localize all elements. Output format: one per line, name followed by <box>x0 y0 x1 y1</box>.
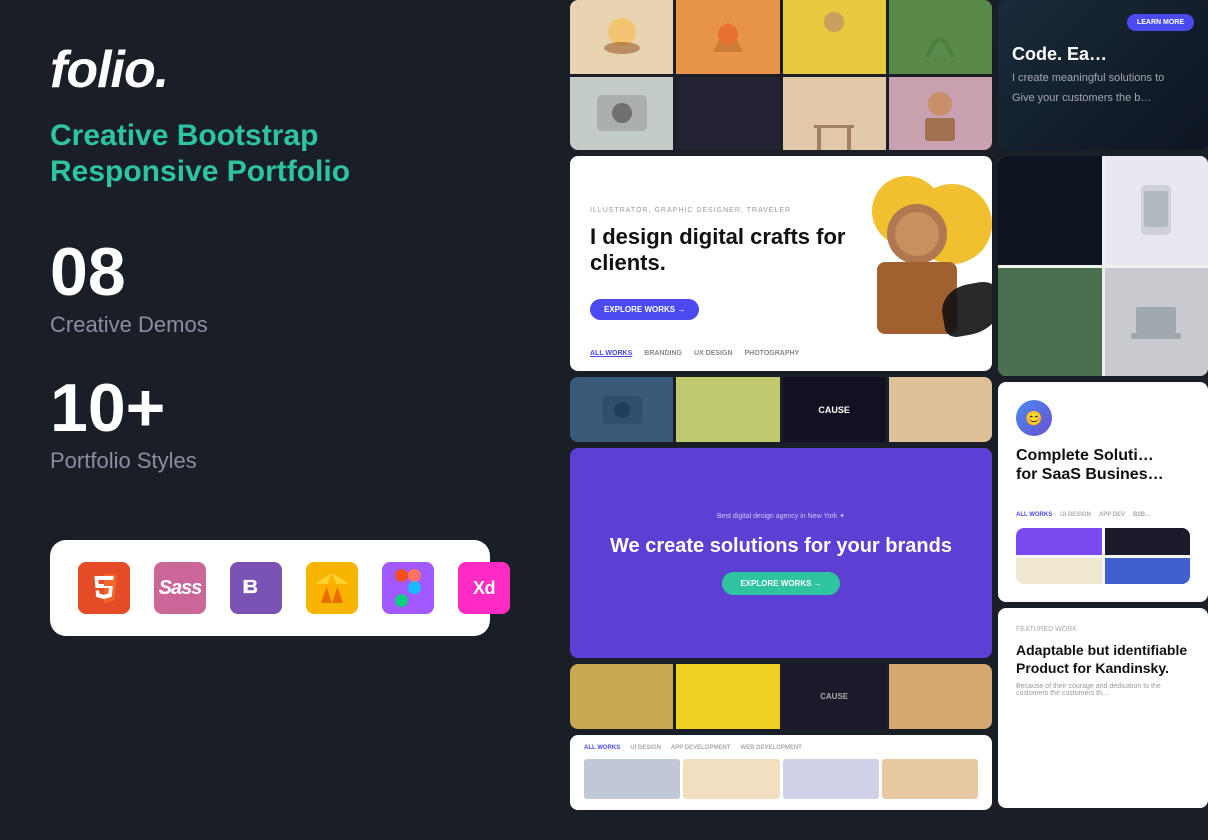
sp2-blue <box>1105 558 1191 585</box>
bootstrap-icon <box>230 562 282 614</box>
stat-label-2: Portfolio Styles <box>50 448 520 474</box>
purple-explore-btn[interactable]: EXPLORE WORKS → <box>722 572 839 595</box>
sc3-label: FEATURED WORK <box>1016 626 1190 633</box>
photo-bottom-strip: CAUSE <box>570 664 992 729</box>
tagline-line1: Creative Bootstrap <box>50 119 318 152</box>
side-card-kandinsky: FEATURED WORK Adaptable but identifiable… <box>998 608 1208 808</box>
side-card-1-title: Code. Ea…I create meaningful solutions t… <box>1012 44 1194 106</box>
side-card-photos-1 <box>998 156 1208 376</box>
photo-grid-top <box>570 0 992 150</box>
sp-laptop <box>1105 268 1208 377</box>
portfolio-nav-row: ALL WORKS BRANDING UX DESIGN PHOTOGRAPHY <box>590 350 799 357</box>
photo-table <box>783 77 886 151</box>
purple-cta-card: Best digital design agency in New York ✦… <box>570 448 992 658</box>
bp-ui-design[interactable]: UI DESIGN <box>630 745 661 751</box>
sc3-body: Because of their courage and dedication … <box>1016 683 1190 697</box>
stat-block-1: 08 Creative Demos <box>50 238 520 338</box>
btm-tattoo <box>570 664 673 729</box>
purple-card-title: We create solutions for your brands <box>610 534 952 558</box>
sketch-icon <box>306 562 358 614</box>
photo-plants <box>889 0 992 74</box>
portfolio-title: I design digital crafts for clients. <box>590 224 862 275</box>
figma-icon <box>382 562 434 614</box>
sp2-purple <box>1016 528 1102 555</box>
btm-cause: CAUSE <box>783 664 886 729</box>
strip-dark: CAUSE <box>783 377 886 442</box>
tagline: Creative Bootstrap Responsive Portfolio <box>50 118 520 190</box>
sp-phone <box>1105 156 1208 265</box>
logo: folio. <box>50 40 520 100</box>
tagline-line2: Responsive Portfolio <box>50 155 350 188</box>
tech-icons-bar: Sass <box>50 540 490 636</box>
sc2-app-dev[interactable]: APP DEV <box>1099 512 1125 518</box>
pf-nav-photo[interactable]: PHOTOGRAPHY <box>745 350 800 357</box>
bp-web-dev[interactable]: WEB DEVELOPMENT <box>740 745 801 751</box>
bottom-partial-screenshot: ALL WORKS UI DESIGN APP DEVELOPMENT WEB … <box>570 735 992 810</box>
side-mini-photos <box>1016 528 1190 584</box>
sc2-b2b[interactable]: B2B… <box>1133 512 1151 518</box>
photo-fox <box>676 0 779 74</box>
stat-number-2: 10+ <box>50 374 520 442</box>
sc2-ui-design[interactable]: UI DESIGN <box>1060 512 1091 518</box>
stat-block-2: 10+ Portfolio Styles <box>50 374 520 474</box>
purple-card-small: Best digital design agency in New York ✦ <box>717 512 845 520</box>
sass-icon: Sass <box>154 562 206 614</box>
sp2-light <box>1016 558 1102 585</box>
sc2-avatar: 😊 <box>1016 400 1052 436</box>
photo-dark <box>676 77 779 151</box>
html5-icon <box>78 562 130 614</box>
photo-food <box>570 0 673 74</box>
btm-burger <box>889 664 992 729</box>
pf-nav-ux[interactable]: UX DESIGN <box>694 350 733 357</box>
strip-veggies <box>676 377 779 442</box>
photo-person-yellow <box>783 0 886 74</box>
sp-green <box>998 268 1102 377</box>
sc2-nav: ALL WORKS UI DESIGN APP DEV B2B… <box>1016 512 1190 518</box>
portfolio-text: Illustrator, Graphic Designer, Traveler … <box>590 207 862 320</box>
sc2-title: Complete Soluti…for SaaS Busines… <box>1016 446 1190 502</box>
portfolio-explore-btn[interactable]: EXPLORE WORKS → <box>590 299 699 320</box>
sc2-all-works[interactable]: ALL WORKS <box>1016 512 1052 518</box>
main-screenshots-column: Illustrator, Graphic Designer, Traveler … <box>570 0 992 840</box>
side-card-code: LEARN MORE Code. Ea…I create meaningful … <box>998 0 1208 150</box>
photo-portrait <box>889 77 992 151</box>
xd-icon: Xd <box>458 562 510 614</box>
sp-dark <box>998 156 1102 265</box>
sp2-dark <box>1105 528 1191 555</box>
stat-number-1: 08 <box>50 238 520 306</box>
bottom-nav-row: ALL WORKS UI DESIGN APP DEVELOPMENT WEB … <box>584 745 978 751</box>
portfolio-subtitle: Illustrator, Graphic Designer, Traveler <box>590 207 862 214</box>
photo-camera2 <box>570 77 673 151</box>
side-card-1-btn[interactable]: LEARN MORE <box>1127 14 1194 31</box>
sc3-title: Adaptable but identifiable Product for K… <box>1016 641 1190 677</box>
left-panel: folio. Creative Bootstrap Responsive Por… <box>0 0 570 840</box>
btm-yellow <box>676 664 779 729</box>
pf-nav-branding[interactable]: BRANDING <box>644 350 682 357</box>
strip-bread <box>889 377 992 442</box>
pf-nav-all[interactable]: ALL WORKS <box>590 350 632 357</box>
right-panel: Illustrator, Graphic Designer, Traveler … <box>570 0 1208 840</box>
side-column: LEARN MORE Code. Ea…I create meaningful … <box>998 0 1208 840</box>
bp-app-dev[interactable]: APP DEVELOPMENT <box>671 745 731 751</box>
portfolio-card-white: Illustrator, Graphic Designer, Traveler … <box>570 156 992 371</box>
side-card-saas: 😊 Complete Soluti…for SaaS Busines… ALL … <box>998 382 1208 602</box>
strip-camera <box>570 377 673 442</box>
photo-strip: CAUSE <box>570 377 992 442</box>
bp-all-works[interactable]: ALL WORKS <box>584 745 620 751</box>
stat-label-1: Creative Demos <box>50 312 520 338</box>
